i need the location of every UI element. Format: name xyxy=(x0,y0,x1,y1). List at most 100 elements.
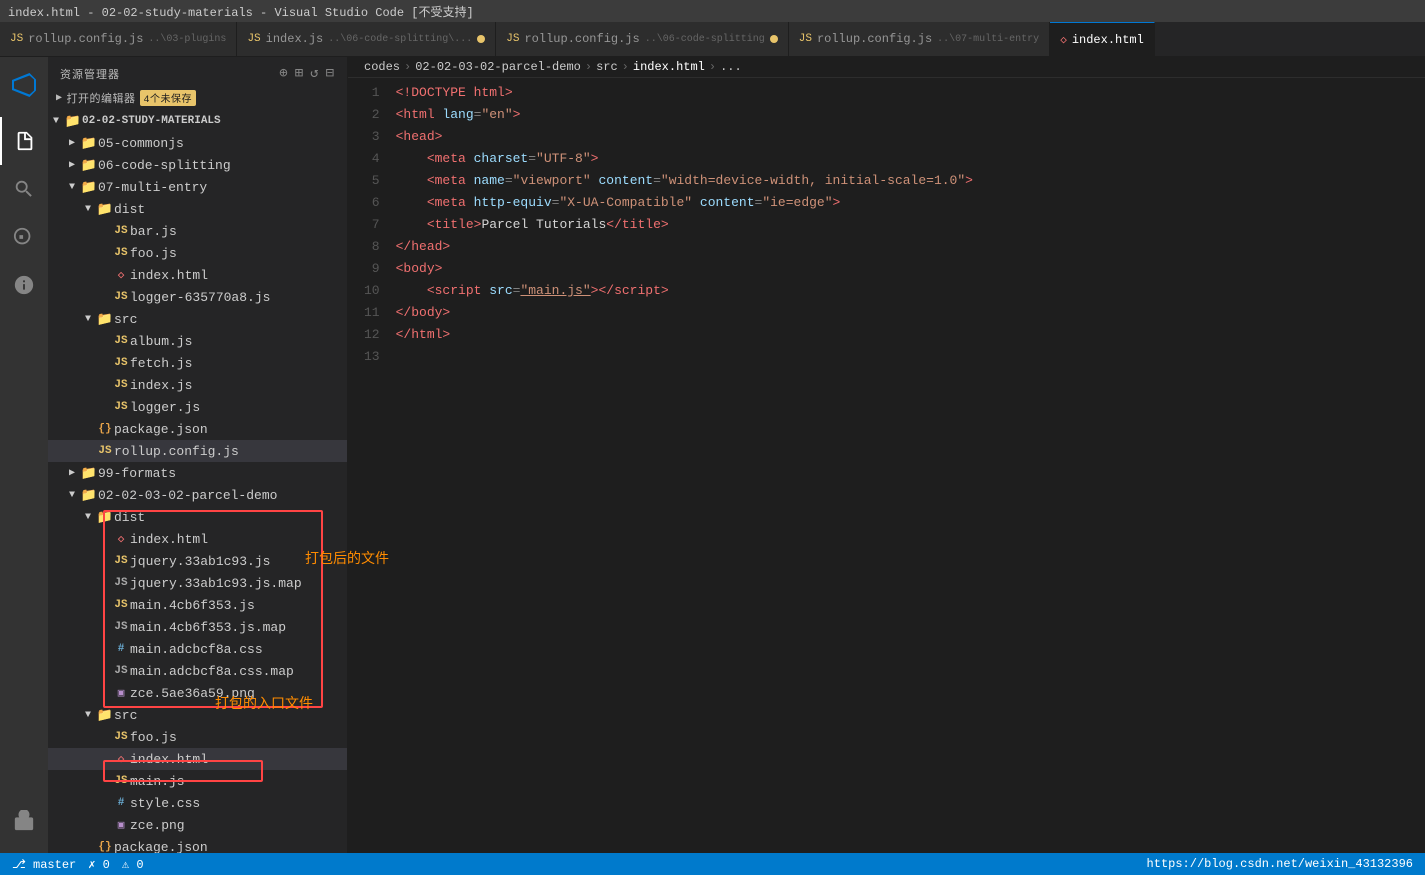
status-left: ⎇ master ✗ 0 ⚠ 0 xyxy=(12,857,144,872)
token: <!DOCTYPE html> xyxy=(396,85,513,100)
code-line: <meta http-equiv="X-UA-Compatible" conte… xyxy=(392,192,1425,214)
tree-item-style-css[interactable]: #style.css xyxy=(48,792,347,814)
breadcrumb-src[interactable]: src xyxy=(596,60,618,74)
code-line: <body> xyxy=(392,258,1425,280)
open-editors-header[interactable]: ▶ 打开的编辑器 4个未保存 xyxy=(48,86,347,110)
line-number: 12 xyxy=(364,324,380,346)
png-icon: ▣ xyxy=(112,818,130,832)
breadcrumb-index-html[interactable]: index.html xyxy=(633,60,705,74)
chevron-down-icon: ▼ xyxy=(80,512,96,523)
status-bar: ⎇ master ✗ 0 ⚠ 0 https://blog.csdn.net/w… xyxy=(0,853,1425,875)
git-branch[interactable]: ⎇ master xyxy=(12,857,76,872)
folder-open-icon: 📁 xyxy=(96,202,114,217)
folder-icon: 📁 xyxy=(80,158,98,173)
tab-rollup-config-06[interactable]: JS rollup.config.js ..\06-code-splitting xyxy=(496,22,788,56)
chevron-right-icon: ▶ xyxy=(56,92,63,104)
tab-rollup-config-07[interactable]: JS rollup.config.js ..\07-multi-entry xyxy=(789,22,1050,56)
line-number: 8 xyxy=(364,236,380,258)
activity-explorer-icon[interactable] xyxy=(0,117,48,165)
tree-item-main-adcbcf8a-css-map[interactable]: JSmain.adcbcf8a.css.map xyxy=(48,660,347,682)
folder-open-icon: 📁 xyxy=(80,180,98,195)
token: <meta xyxy=(396,195,474,210)
html-icon: ◇ xyxy=(112,268,130,282)
tree-item-dist[interactable]: ▼📁dist xyxy=(48,506,347,528)
tree-item-zce-png[interactable]: ▣zce.png xyxy=(48,814,347,836)
tree-item-foo-js[interactable]: JSfoo.js xyxy=(48,242,347,264)
file-tree: ▼ 📁 02-02-STUDY-MATERIALS ▶📁05-commonjs▶… xyxy=(48,110,347,853)
folder-icon: 📁 xyxy=(80,466,98,481)
tree-item-index-html[interactable]: ◇index.html xyxy=(48,528,347,550)
css-icon: # xyxy=(112,797,130,809)
tree-item-src[interactable]: ▼📁src xyxy=(48,308,347,330)
tree-item-src[interactable]: ▼📁src xyxy=(48,704,347,726)
tree-item-index-js[interactable]: JSindex.js xyxy=(48,374,347,396)
tree-item-05-commonjs[interactable]: ▶📁05-commonjs xyxy=(48,132,347,154)
tree-item-zce-5ae36a59-png[interactable]: ▣zce.5ae36a59.png xyxy=(48,682,347,704)
new-file-icon[interactable]: ⊕ xyxy=(279,65,288,82)
chevron-right-icon: ▶ xyxy=(64,467,80,479)
editor-pane: codes › 02-02-03-02-parcel-demo › src › … xyxy=(348,57,1425,853)
activity-bar xyxy=(0,57,48,853)
tree-item-07-multi-entry[interactable]: ▼📁07-multi-entry xyxy=(48,176,347,198)
tree-item-main-adcbcf8a-css[interactable]: #main.adcbcf8a.css xyxy=(48,638,347,660)
warning-count[interactable]: ⚠ 0 xyxy=(122,857,144,872)
activity-debug-icon[interactable] xyxy=(0,261,48,309)
tab-index-html[interactable]: ◇ index.html xyxy=(1050,22,1155,56)
tab-path: ..\06-code-splitting xyxy=(645,34,765,45)
tree-item-label: logger.js xyxy=(130,400,347,415)
refresh-icon[interactable]: ↺ xyxy=(310,65,319,82)
code-line: <!DOCTYPE html> xyxy=(392,82,1425,104)
chevron-down-icon: ▼ xyxy=(80,710,96,721)
line-number: 6 xyxy=(364,192,380,214)
status-right: https://blog.csdn.net/weixin_43132396 xyxy=(1147,857,1413,871)
error-count[interactable]: ✗ 0 xyxy=(88,857,110,872)
tree-item-dist[interactable]: ▼📁dist xyxy=(48,198,347,220)
code-line: <html lang="en"> xyxy=(392,104,1425,126)
token: src xyxy=(489,283,512,298)
activity-extensions-icon[interactable] xyxy=(0,797,48,845)
tree-item-index-html[interactable]: ◇index.html xyxy=(48,264,347,286)
css-icon: # xyxy=(112,643,130,655)
token: = xyxy=(653,173,661,188)
tree-item-02-02-03-02-parcel-demo[interactable]: ▼📁02-02-03-02-parcel-demo xyxy=(48,484,347,506)
token: content xyxy=(700,195,755,210)
activity-source-control-icon[interactable] xyxy=(0,213,48,261)
tree-item-package-json[interactable]: {}package.json xyxy=(48,418,347,440)
tree-item-06-code-splitting[interactable]: ▶📁06-code-splitting xyxy=(48,154,347,176)
activity-search-icon[interactable] xyxy=(0,165,48,213)
tree-item-index-html[interactable]: ◇index.html xyxy=(48,748,347,770)
tree-item-package-json[interactable]: {}package.json xyxy=(48,836,347,853)
line-number: 13 xyxy=(364,346,380,368)
tree-item-99-formats[interactable]: ▶📁99-formats xyxy=(48,462,347,484)
map-icon: JS xyxy=(112,665,130,677)
tree-item-album-js[interactable]: JSalbum.js xyxy=(48,330,347,352)
new-folder-icon[interactable]: ⊞ xyxy=(295,65,304,82)
tree-item-label: jquery.33ab1c93.js.map xyxy=(130,576,347,591)
token: = xyxy=(528,151,536,166)
tree-item-main-4cb6f353-js-map[interactable]: JSmain.4cb6f353.js.map xyxy=(48,616,347,638)
tree-item-logger-js[interactable]: JSlogger.js xyxy=(48,396,347,418)
tree-item-rollup-config-js[interactable]: JSrollup.config.js xyxy=(48,440,347,462)
tree-item-logger-635770a8-js[interactable]: JSlogger-635770a8.js xyxy=(48,286,347,308)
tree-root[interactable]: ▼ 📁 02-02-STUDY-MATERIALS xyxy=(48,110,347,132)
tab-rollup-config-03[interactable]: JS rollup.config.js ..\03-plugins xyxy=(0,22,237,56)
line-number: 5 xyxy=(364,170,380,192)
tree-item-fetch-js[interactable]: JSfetch.js xyxy=(48,352,347,374)
js-icon: JS xyxy=(112,225,130,237)
breadcrumb-parcel-demo[interactable]: 02-02-03-02-parcel-demo xyxy=(415,60,581,74)
tree-item-bar-js[interactable]: JSbar.js xyxy=(48,220,347,242)
tree-item-main-js[interactable]: JSmain.js xyxy=(48,770,347,792)
tree-item-label: dist xyxy=(114,202,347,217)
tree-item-jquery-33ab1c93-js[interactable]: JSjquery.33ab1c93.js xyxy=(48,550,347,572)
tree-item-label: rollup.config.js xyxy=(114,444,347,459)
collapse-icon[interactable]: ⊟ xyxy=(326,65,335,82)
js-icon: JS xyxy=(799,33,812,45)
tree-item-jquery-33ab1c93-js-map[interactable]: JSjquery.33ab1c93.js.map xyxy=(48,572,347,594)
tab-index-06[interactable]: JS index.js ..\06-code-splitting\... xyxy=(237,22,496,56)
folder-open-icon: 📁 xyxy=(96,708,114,723)
code-content[interactable]: <!DOCTYPE html><html lang="en"><head> <m… xyxy=(392,78,1425,853)
tree-item-main-4cb6f353-js[interactable]: JSmain.4cb6f353.js xyxy=(48,594,347,616)
code-line: <meta charset="UTF-8"> xyxy=(392,148,1425,170)
breadcrumb-codes[interactable]: codes xyxy=(364,60,400,74)
tree-item-foo-js[interactable]: JSfoo.js xyxy=(48,726,347,748)
